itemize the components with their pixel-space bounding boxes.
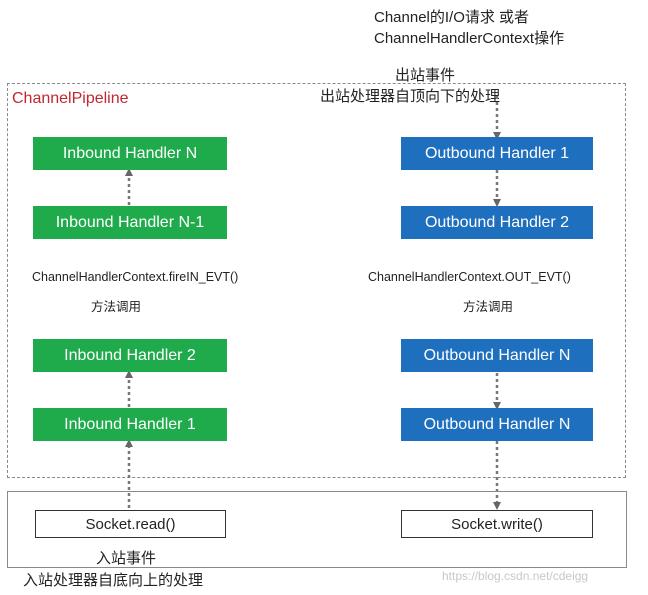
outbound-method-note: 方法调用 [463,300,514,314]
inbound-event-label: 入站事件 [96,550,157,567]
socket-write: Socket.write() [401,510,593,538]
inbound-method-note: 方法调用 [91,300,142,314]
outbound-handler-2: Outbound Handler 2 [401,206,593,239]
inbound-handler-n-1: Inbound Handler N-1 [33,206,227,239]
outbound-handler-n-lower: Outbound Handler N [401,408,593,441]
inbound-handler-2: Inbound Handler 2 [33,339,227,372]
watermark: https://blog.csdn.net/cdeigg [442,569,589,583]
outbound-handler-n-upper: Outbound Handler N [401,339,593,372]
inbound-context-call: ChannelHandlerContext.fireIN_EVT() [32,270,239,284]
outbound-context-call: ChannelHandlerContext.OUT_EVT() [368,270,571,284]
outbound-handler-1: Outbound Handler 1 [401,137,593,170]
socket-read: Socket.read() [35,510,226,538]
inbound-handler-n: Inbound Handler N [33,137,227,170]
inbound-order-label: 入站处理器自底向上的处理 [23,572,204,589]
inbound-handler-1: Inbound Handler 1 [33,408,227,441]
